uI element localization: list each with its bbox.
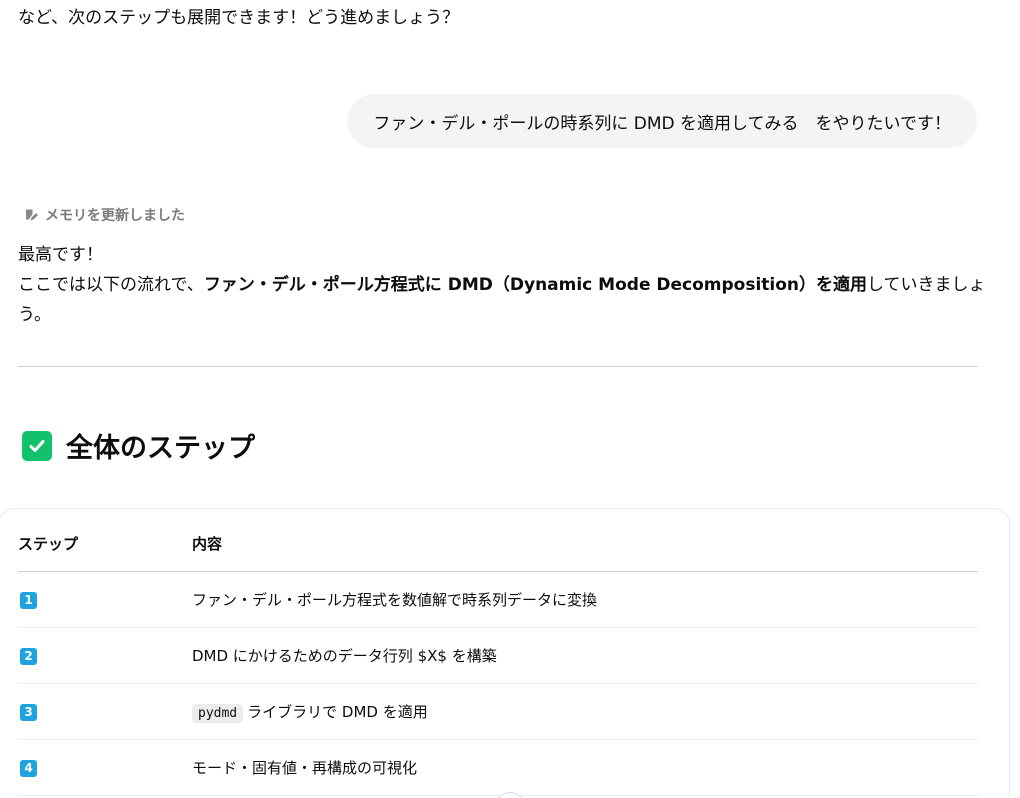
answer-intro: ここでは以下の流れで、ファン・デル・ポール方程式に DMD（Dynamic Mo… bbox=[18, 270, 998, 330]
chat-page: など、次のステップも展開できます！どう進めましょう？ ファン・デル・ポールの時系… bbox=[0, 0, 1020, 798]
user-message-bubble: ファン・デル・ポールの時系列に DMD を適用してみる をやりたいです！ bbox=[347, 94, 977, 148]
keycap-digit-icon: 4 bbox=[20, 759, 37, 777]
memory-updated-note[interactable]: メモリを更新しました bbox=[24, 205, 185, 225]
content-cell: モード・固有値・再構成の可視化 bbox=[192, 739, 978, 796]
answer-intro-bold: ファン・デル・ポール方程式に DMD（Dynamic Mode Decompos… bbox=[203, 275, 868, 295]
steps-table: ステップ 内容 1 ファン・デル・ポール方程式を数値解で時系列データに変換 2 … bbox=[18, 515, 978, 796]
keycap-digit-icon: 2 bbox=[20, 647, 37, 665]
step-cell: 3 bbox=[18, 683, 192, 740]
memory-updated-label: メモリを更新しました bbox=[45, 208, 185, 224]
table-row: 3 pydmd ライブラリで DMD を適用 bbox=[18, 683, 978, 740]
step-cell: 1 bbox=[18, 571, 192, 628]
table-row: 1 ファン・デル・ポール方程式を数値解で時系列データに変換 bbox=[18, 571, 978, 628]
memory-edit-icon bbox=[24, 208, 38, 222]
horizontal-divider bbox=[18, 366, 978, 367]
content-text: ライブラリで DMD を適用 bbox=[247, 702, 428, 721]
step-cell: 4 bbox=[18, 739, 192, 796]
inline-code: pydmd bbox=[192, 703, 244, 723]
table-row: 2 DMD にかけるためのデータ行列 $X$ を構築 bbox=[18, 627, 978, 684]
assistant-message-tail: など、次のステップも展開できます！どう進めましょう？ bbox=[18, 8, 460, 28]
section-title: 全体のステップ bbox=[66, 433, 255, 464]
answer-greeting: 最高です！ bbox=[18, 245, 103, 265]
assistant-answer: 最高です！ ここでは以下の流れで、ファン・デル・ポール方程式に DMD（Dyna… bbox=[18, 240, 998, 330]
user-message-text: ファン・デル・ポールの時系列に DMD を適用してみる をやりたいです！ bbox=[373, 113, 951, 134]
header-step: ステップ bbox=[18, 515, 192, 572]
content-cell: DMD にかけるためのデータ行列 $X$ を構築 bbox=[192, 627, 978, 684]
content-cell: pydmd ライブラリで DMD を適用 bbox=[192, 683, 978, 740]
table-row: 4 モード・固有値・再構成の可視化 bbox=[18, 739, 978, 796]
content-cell: ファン・デル・ポール方程式を数値解で時系列データに変換 bbox=[192, 571, 978, 628]
keycap-digit-icon: 3 bbox=[20, 703, 37, 721]
section-heading: 全体のステップ bbox=[22, 426, 255, 465]
table-header-row: ステップ 内容 bbox=[18, 515, 978, 572]
check-mark-button-icon bbox=[22, 430, 52, 461]
header-content: 内容 bbox=[192, 515, 978, 572]
answer-intro-before: ここでは以下の流れで、 bbox=[18, 275, 204, 295]
step-cell: 2 bbox=[18, 627, 192, 684]
keycap-digit-icon: 1 bbox=[20, 591, 37, 609]
